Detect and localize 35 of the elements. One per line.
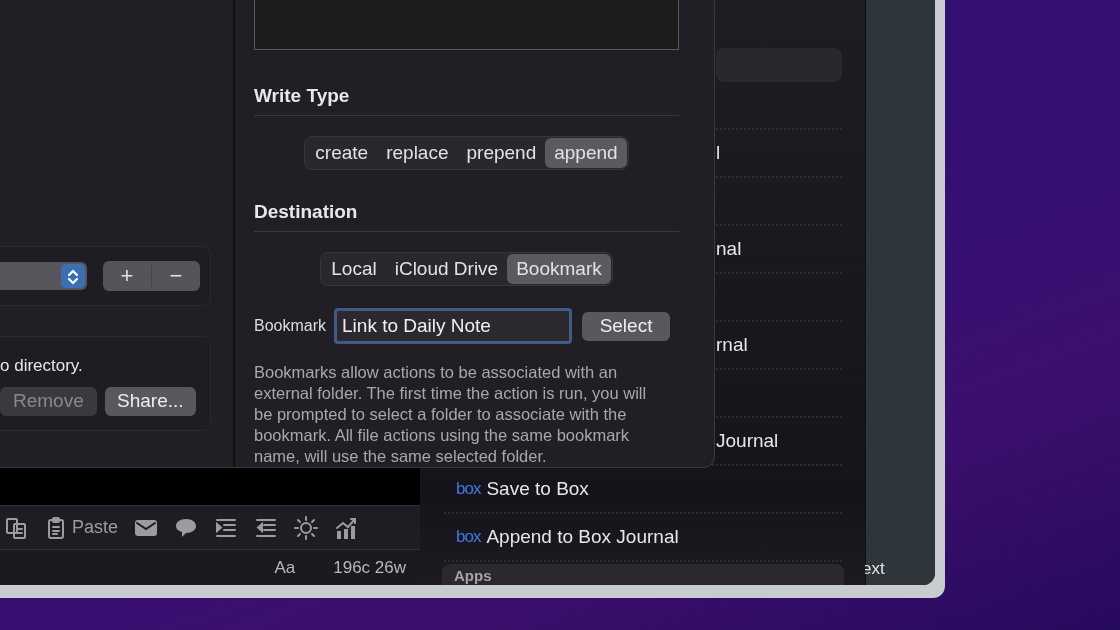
- action-label[interactable]: l: [716, 138, 721, 168]
- action-label[interactable]: nal: [716, 234, 742, 264]
- action-item[interactable]: box Append to Box Journal: [444, 514, 842, 562]
- add-button[interactable]: +: [103, 265, 151, 287]
- sun-icon[interactable]: [294, 515, 319, 540]
- character-count: 196c 26w: [333, 556, 406, 579]
- field-label: Bookmark: [254, 316, 327, 336]
- segment[interactable]: prepend: [457, 137, 546, 168]
- copy-icon[interactable]: [4, 515, 28, 540]
- font-size-label[interactable]: Aa: [274, 554, 296, 581]
- help-text: Bookmarks allow actions to be associated with an external folder. The first time the action is run, you will be prompted to select a folder to associate with the bookmark. All file actions using the same bookmark name, will use the same selected folder.: [254, 362, 648, 467]
- remove-button[interactable]: −: [151, 265, 200, 287]
- select-button[interactable]: Select: [582, 311, 671, 341]
- bookmark-field[interactable]: Link to Daily Note: [334, 308, 573, 344]
- search-field[interactable]: [716, 48, 842, 82]
- segment[interactable]: Bookmark: [507, 253, 611, 284]
- chart-icon[interactable]: [334, 515, 359, 540]
- text-area[interactable]: [254, 0, 679, 50]
- segment[interactable]: iCloud Drive: [385, 253, 508, 284]
- share-button[interactable]: Share...: [104, 386, 196, 416]
- box-logo: box: [456, 526, 481, 549]
- section-heading: Write Type: [254, 82, 679, 116]
- section-heading: Destination: [254, 198, 679, 232]
- segment[interactable]: Local: [322, 253, 386, 284]
- action-label[interactable]: Journal: [716, 426, 779, 456]
- popup-field[interactable]: [0, 262, 87, 290]
- segment[interactable]: create: [306, 137, 378, 168]
- action-label[interactable]: rnal: [716, 330, 748, 360]
- box-logo: box: [456, 478, 481, 501]
- stepper-icon[interactable]: [61, 264, 85, 288]
- note-text: o directory.: [0, 355, 84, 377]
- segment[interactable]: append: [545, 137, 627, 168]
- segment[interactable]: replace: [377, 137, 458, 168]
- paste-label[interactable]: Paste: [72, 514, 119, 541]
- section-header: Apps: [442, 564, 844, 585]
